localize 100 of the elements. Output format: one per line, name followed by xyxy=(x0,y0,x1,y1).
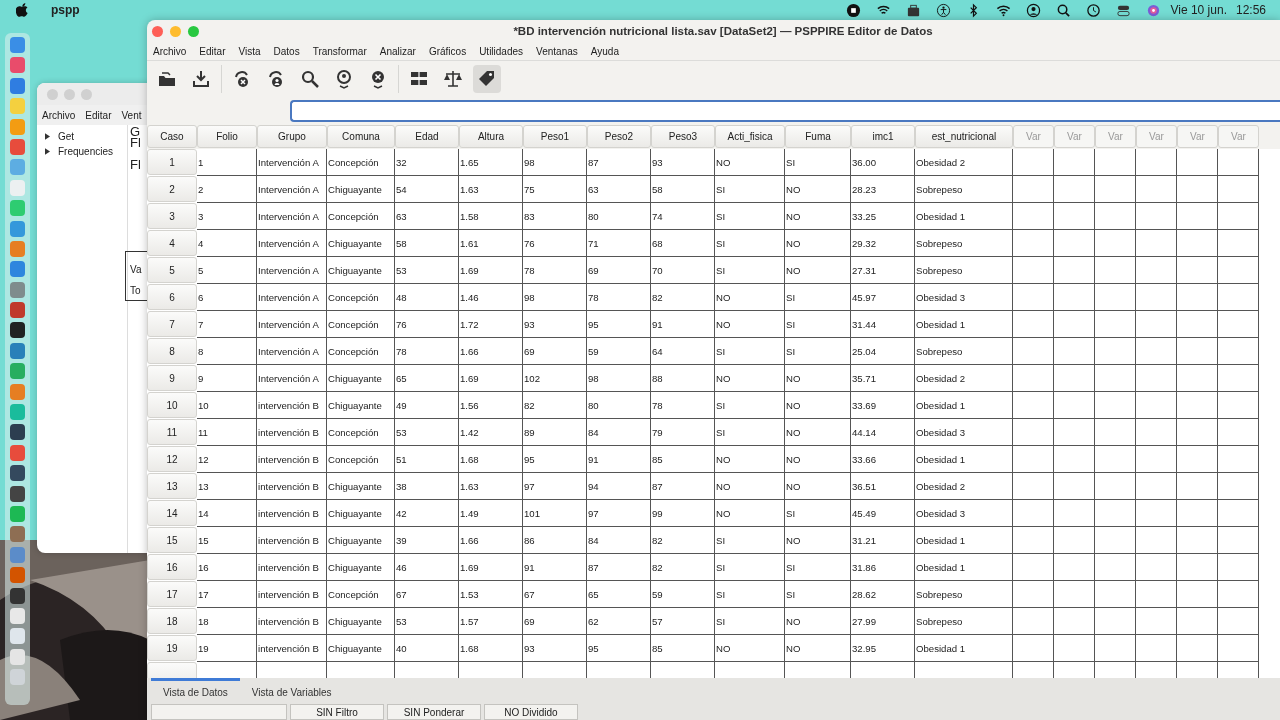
column-header[interactable]: Peso2 xyxy=(587,125,651,148)
column-header[interactable]: Altura xyxy=(459,125,523,148)
table-cell: 53 xyxy=(395,608,459,635)
user-icon[interactable] xyxy=(1026,2,1042,18)
row-header[interactable]: 8 xyxy=(147,338,197,364)
app-icon[interactable] xyxy=(10,424,25,441)
zoom-button[interactable] xyxy=(188,25,199,37)
record-icon[interactable] xyxy=(846,2,862,18)
table-cell: 53 xyxy=(395,419,459,446)
table-cell xyxy=(1054,527,1095,554)
tab[interactable]: Vista de Variables xyxy=(239,678,344,704)
column-header[interactable]: Grupo xyxy=(257,125,327,148)
toolbar-button[interactable] xyxy=(473,65,501,93)
menu-item[interactable]: Ventanas xyxy=(536,45,578,57)
row-header[interactable]: 15 xyxy=(147,527,197,553)
table-cell xyxy=(1095,500,1136,527)
row-header[interactable]: 9 xyxy=(147,365,197,391)
table-cell xyxy=(1013,635,1054,662)
search-icon[interactable] xyxy=(1056,2,1072,18)
table-cell: Sobrepeso xyxy=(915,581,1013,608)
date-text[interactable]: Vie 10 jun. xyxy=(1170,3,1227,17)
table-cell: 31.21 xyxy=(851,527,915,554)
menu-item[interactable]: Transformar xyxy=(312,45,367,57)
table-cell: 63 xyxy=(587,176,651,203)
menu-item[interactable]: Ayuda xyxy=(590,45,619,57)
table-cell: 28.23 xyxy=(851,176,915,203)
clock-icon[interactable] xyxy=(1086,2,1102,18)
expand-triangle-icon[interactable] xyxy=(45,148,50,155)
row-header[interactable]: 3 xyxy=(147,203,197,229)
column-header[interactable]: Acti_fisica xyxy=(715,125,785,148)
row-header[interactable]: 1 xyxy=(147,149,197,175)
table-cell: 1.58 xyxy=(459,203,523,230)
app-name[interactable]: pspp xyxy=(51,3,80,17)
table-cell xyxy=(1013,581,1054,608)
menu-item[interactable]: Editar xyxy=(199,45,226,57)
siri-icon[interactable] xyxy=(1146,2,1162,18)
menu-item[interactable]: Vent xyxy=(121,109,142,121)
column-header[interactable]: Peso1 xyxy=(523,125,587,148)
tree-item[interactable]: Get xyxy=(58,131,75,142)
column-header[interactable]: Peso3 xyxy=(651,125,715,148)
table-cell: 6 xyxy=(197,284,257,311)
folder-icon xyxy=(159,72,175,86)
table-cell: 1.57 xyxy=(459,608,523,635)
row-header[interactable]: 17 xyxy=(147,581,197,607)
table-cell: 31.86 xyxy=(851,554,915,581)
app-icon[interactable] xyxy=(10,322,25,339)
table-cell: 65 xyxy=(587,581,651,608)
table-cell xyxy=(1218,419,1259,446)
accessibility-icon[interactable] xyxy=(936,2,952,18)
row-header[interactable]: 2 xyxy=(147,176,197,202)
table-cell xyxy=(1013,473,1054,500)
apple-icon[interactable] xyxy=(16,3,28,17)
expand-triangle-icon[interactable] xyxy=(45,133,50,140)
table-cell: Sobrepeso xyxy=(915,230,1013,257)
row-header[interactable]: 14 xyxy=(147,500,197,526)
column-header[interactable]: imc1 xyxy=(851,125,915,148)
table-cell: 7 xyxy=(197,311,257,338)
table-cell: Intervención A xyxy=(257,338,327,365)
column-header[interactable]: Comuna xyxy=(327,125,395,148)
row-header[interactable]: 13 xyxy=(147,473,197,499)
table-cell xyxy=(1054,311,1095,338)
table-cell: SI xyxy=(785,500,851,527)
close-button[interactable] xyxy=(152,25,163,37)
row-header[interactable]: 4 xyxy=(147,230,197,256)
briefcase-icon[interactable] xyxy=(906,2,922,18)
table-cell xyxy=(1013,338,1054,365)
row-header[interactable]: 19 xyxy=(147,635,197,661)
wifi-icon[interactable] xyxy=(996,2,1012,18)
status-item: SIN Ponderar xyxy=(387,704,481,720)
menu-item[interactable]: Datos xyxy=(273,45,300,57)
menu-item[interactable]: Editar xyxy=(85,109,112,121)
row-header[interactable]: 5 xyxy=(147,257,197,283)
row-header[interactable]: 16 xyxy=(147,554,197,580)
row-header[interactable]: 7 xyxy=(147,311,197,337)
table-cell-text: To xyxy=(130,285,142,296)
column-header[interactable]: Folio xyxy=(197,125,257,148)
tree-item[interactable]: Frequencies xyxy=(58,146,114,157)
column-header[interactable]: Fuma xyxy=(785,125,851,148)
menu-item[interactable]: Archivo xyxy=(153,45,187,57)
row-header[interactable]: 10 xyxy=(147,392,197,418)
table-cell xyxy=(1095,473,1136,500)
menu-item[interactable]: Utilidades xyxy=(479,45,524,57)
column-header[interactable]: Edad xyxy=(395,125,459,148)
row-header[interactable]: 18 xyxy=(147,608,197,634)
row-header[interactable]: 11 xyxy=(147,419,197,445)
column-header[interactable]: Caso xyxy=(147,125,197,148)
row-header[interactable]: 12 xyxy=(147,446,197,472)
row-header[interactable]: 6 xyxy=(147,284,197,310)
table-cell: NO xyxy=(785,608,851,635)
column-header[interactable]: est_nutricional xyxy=(915,125,1013,148)
table-cell: 39 xyxy=(395,527,459,554)
app-icon[interactable] xyxy=(10,465,25,482)
menu-item[interactable]: Gráficos xyxy=(428,45,467,57)
table-cell: 29.32 xyxy=(851,230,915,257)
menu-item[interactable]: Analizar xyxy=(379,45,416,57)
cell-value-field[interactable] xyxy=(290,100,1280,122)
menu-item[interactable]: Vista xyxy=(238,45,261,57)
table-cell: Chiguayante xyxy=(327,473,395,500)
menu-item[interactable]: Archivo xyxy=(42,109,76,121)
time-text[interactable]: 12:56 xyxy=(1235,3,1266,17)
